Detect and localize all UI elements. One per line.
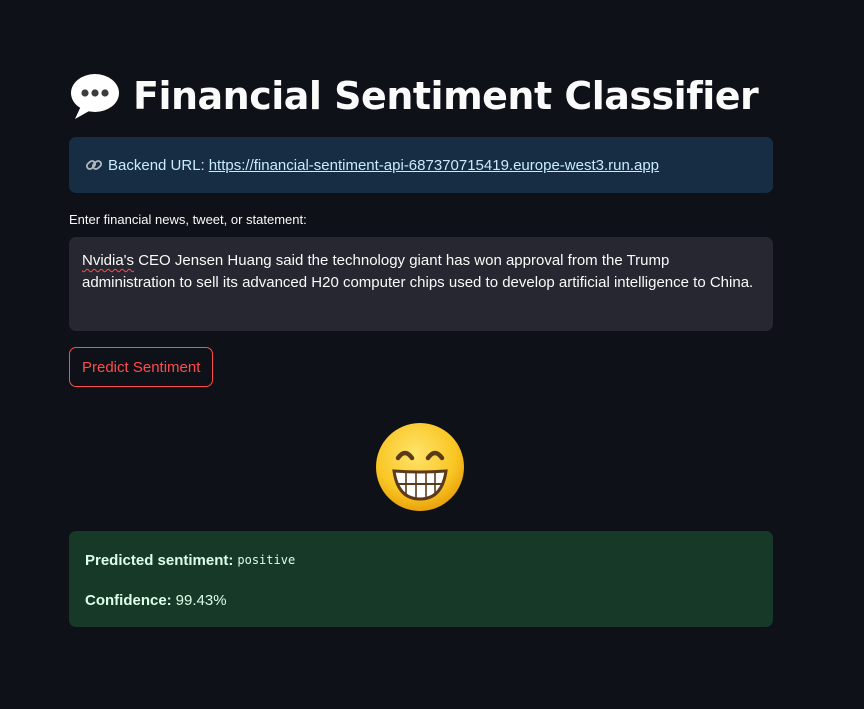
sentiment-row: Predicted sentiment: positive bbox=[85, 549, 757, 571]
backend-info-box: Backend URL: https://financial-sentiment… bbox=[69, 137, 773, 193]
page-title: Financial Sentiment Classifier bbox=[69, 68, 759, 124]
confidence-row: Confidence: 99.43% bbox=[85, 589, 757, 611]
predict-sentiment-button[interactable]: Predict Sentiment bbox=[69, 347, 214, 387]
confidence-label: Confidence: bbox=[85, 591, 172, 609]
sentiment-value: positive bbox=[237, 553, 296, 567]
speech-balloon-icon bbox=[71, 74, 119, 119]
confidence-value: 99.43% bbox=[175, 591, 227, 609]
statement-textarea[interactable]: Nvidia's CEO Jensen Huang said the techn… bbox=[69, 237, 773, 331]
input-label: Enter financial news, tweet, or statemen… bbox=[69, 212, 307, 227]
backend-url-link[interactable]: https://financial-sentiment-api-68737071… bbox=[209, 157, 659, 174]
page-title-text: Financial Sentiment Classifier bbox=[133, 74, 759, 118]
spellcheck-word: Nvidia's bbox=[82, 252, 135, 269]
backend-label: Backend URL: bbox=[108, 156, 205, 174]
sentiment-label: Predicted sentiment: bbox=[85, 551, 234, 569]
statement-text: CEO Jensen Huang said the technology gia… bbox=[82, 252, 754, 291]
result-success-box: Predicted sentiment: positive Confidence… bbox=[69, 531, 773, 627]
grinning-face-icon bbox=[376, 423, 464, 511]
link-icon bbox=[85, 160, 103, 170]
